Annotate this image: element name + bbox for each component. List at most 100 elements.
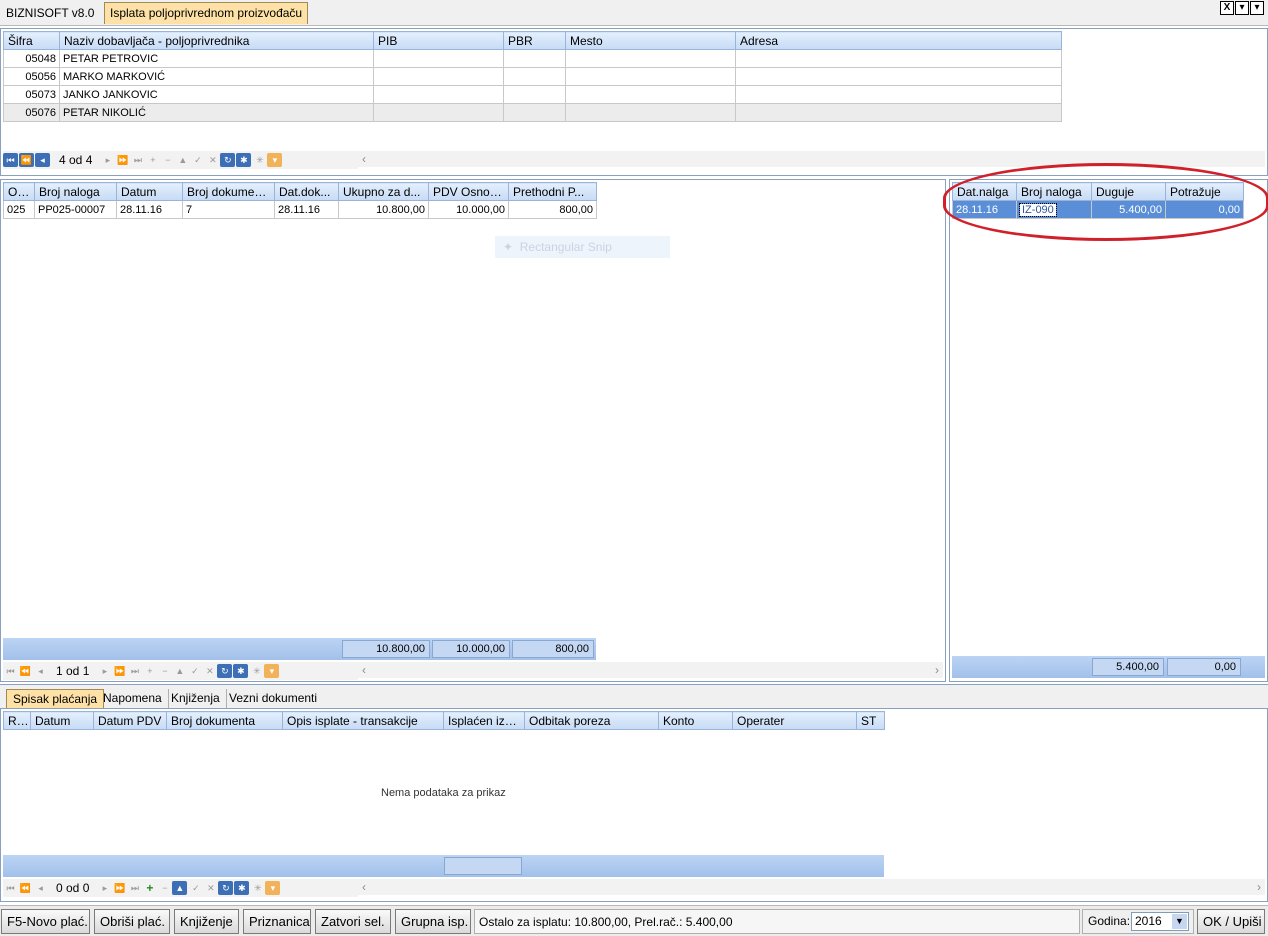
confirm-icon[interactable]: ✓ [187, 664, 202, 678]
prev-record-icon[interactable]: ◂ [35, 153, 50, 167]
col-sifra[interactable]: Šifra [3, 31, 60, 50]
dropdown-icon[interactable]: ▾ [1235, 1, 1249, 15]
filter-clear-icon[interactable]: ✳ [252, 153, 267, 167]
scroll-left-icon[interactable]: ‹ [362, 880, 366, 894]
next-page-icon[interactable]: ⏩ [112, 664, 127, 678]
payments-hscroll[interactable]: ‹ › [358, 879, 1265, 895]
scroll-left-icon[interactable]: ‹ [362, 663, 366, 677]
posting-button[interactable]: Knjiženje [174, 909, 239, 934]
table-row[interactable]: 05073 JANKO JANKOVIC [3, 85, 1062, 104]
prev-record-icon[interactable]: ◂ [33, 881, 48, 895]
edit-icon[interactable]: ▲ [172, 881, 188, 895]
next-record-icon[interactable]: ▸ [97, 881, 112, 895]
filter-all-icon[interactable]: ✱ [233, 664, 249, 678]
prev-page-icon[interactable]: ⏪ [18, 664, 33, 678]
filter-all-icon[interactable]: ✱ [236, 153, 252, 167]
col-pib[interactable]: PIB [373, 31, 504, 50]
col-pbr[interactable]: PBR [503, 31, 566, 50]
col-konto[interactable]: Konto [658, 711, 733, 730]
tab-knjizenja[interactable]: Knjiženja [165, 689, 227, 709]
close-icon[interactable]: X [1220, 1, 1234, 15]
next-record-icon[interactable]: ▸ [100, 153, 115, 167]
filter-icon[interactable]: ▾ [265, 881, 281, 895]
last-record-icon[interactable]: ⏭ [127, 664, 142, 678]
last-record-icon[interactable]: ⏭ [127, 881, 142, 895]
menu-icon[interactable]: ▾ [1250, 1, 1264, 15]
filter-clear-icon[interactable]: ✳ [250, 881, 265, 895]
col-pdv-osnovica[interactable]: PDV Osnovica [428, 182, 509, 201]
tab-spisak-placanja[interactable]: Spisak plaćanja [6, 689, 105, 709]
filter-all-icon[interactable]: ✱ [234, 881, 250, 895]
refresh-icon[interactable]: ↻ [218, 881, 234, 895]
first-record-icon[interactable]: ⏮ [3, 881, 18, 895]
close-selection-button[interactable]: Zatvori sel. [315, 909, 391, 934]
cancel-icon[interactable]: ✕ [203, 881, 218, 895]
scroll-right-icon[interactable]: › [1257, 880, 1261, 894]
col-dat-dok[interactable]: Dat.dok... [274, 182, 339, 201]
col-datum[interactable]: Datum [30, 711, 94, 730]
table-row[interactable]: 025 PP025-00007 28.11.16 7 28.11.16 10.8… [3, 200, 597, 219]
col-ukupno[interactable]: Ukupno za d... [338, 182, 429, 201]
prev-page-icon[interactable]: ⏪ [19, 153, 34, 167]
add-icon[interactable]: + [142, 881, 157, 895]
col-mesto[interactable]: Mesto [565, 31, 736, 50]
last-record-icon[interactable]: ⏭ [130, 153, 145, 167]
delete-payment-button[interactable]: Obriši plać. [94, 909, 170, 934]
next-page-icon[interactable]: ⏩ [115, 153, 130, 167]
next-page-icon[interactable]: ⏩ [112, 881, 127, 895]
tab-napomena[interactable]: Napomena [97, 689, 169, 709]
edit-icon[interactable]: ▲ [172, 664, 187, 678]
add-icon[interactable]: + [145, 153, 160, 167]
refresh-icon[interactable]: ↻ [220, 153, 236, 167]
new-payment-button[interactable]: F5-Novo plać. [1, 909, 90, 934]
col-naziv[interactable]: Naziv dobavljača - poljoprivrednika [59, 31, 374, 50]
table-row[interactable]: 05056 MARKO MARKOVIĆ [3, 67, 1062, 86]
edit-icon[interactable]: ▲ [175, 153, 190, 167]
col-broj-dokumenta[interactable]: Broj dokumenta [166, 711, 283, 730]
remove-icon[interactable]: − [157, 881, 172, 895]
col-datum-pdv[interactable]: Datum PDV [93, 711, 167, 730]
receipt-button[interactable]: Priznanica [243, 909, 311, 934]
filter-icon[interactable]: ▾ [267, 153, 283, 167]
col-obj[interactable]: OBJ [3, 182, 35, 201]
cancel-icon[interactable]: ✕ [205, 153, 220, 167]
first-record-icon[interactable]: ⏮ [3, 664, 18, 678]
col-broj-dokumenta[interactable]: Broj dokumenta [182, 182, 275, 201]
remove-icon[interactable]: − [160, 153, 175, 167]
col-odbitak-poreza[interactable]: Odbitak poreza [524, 711, 659, 730]
cancel-icon[interactable]: ✕ [202, 664, 217, 678]
suppliers-navigator: ⏮ ⏪ ◂ 4 od 4 ▸ ⏩ ⏭ + − ▲ ✓ ✕ ↻ ✱ ✳ ▾ [3, 151, 358, 169]
col-rbr[interactable]: RBR [3, 711, 31, 730]
scroll-left-icon[interactable]: ‹ [362, 152, 366, 166]
col-broj-naloga[interactable]: Broj naloga [34, 182, 117, 201]
tab-vezni-dokumenti[interactable]: Vezni dokumenti [223, 689, 323, 709]
confirm-icon[interactable]: ✓ [190, 153, 205, 167]
remove-icon[interactable]: − [157, 664, 172, 678]
col-opis[interactable]: Opis isplate - transakcije [282, 711, 444, 730]
chevron-down-icon[interactable]: ▼ [1172, 914, 1187, 929]
table-row-selected[interactable]: 05076 PETAR NIKOLIĆ [3, 103, 1062, 122]
cell-mesto [565, 85, 736, 104]
first-record-icon[interactable]: ⏮ [3, 153, 18, 167]
year-select[interactable]: 2016 ▼ [1131, 912, 1189, 931]
documents-hscroll[interactable]: ‹ › [358, 662, 943, 678]
col-prethodni[interactable]: Prethodni P... [508, 182, 597, 201]
confirm-icon[interactable]: ✓ [188, 881, 203, 895]
prev-record-icon[interactable]: ◂ [33, 664, 48, 678]
prev-page-icon[interactable]: ⏪ [18, 881, 33, 895]
group-payment-button[interactable]: Grupna isp. [395, 909, 471, 934]
table-row[interactable]: 05048 PETAR PETROVIC [3, 49, 1062, 68]
col-operater[interactable]: Operater [732, 711, 857, 730]
col-adresa[interactable]: Adresa [735, 31, 1062, 50]
filter-clear-icon[interactable]: ✳ [249, 664, 264, 678]
col-datum[interactable]: Datum [116, 182, 183, 201]
next-record-icon[interactable]: ▸ [97, 664, 112, 678]
scroll-right-icon[interactable]: › [935, 663, 939, 677]
tab-isplata[interactable]: Isplata poljoprivrednom proizvođaču [104, 2, 309, 24]
col-isplacen-iznos[interactable]: Isplaćen iznos [443, 711, 525, 730]
ok-button[interactable]: OK / Upiši [1197, 909, 1265, 934]
col-st[interactable]: ST [856, 711, 885, 730]
add-icon[interactable]: + [142, 664, 157, 678]
refresh-icon[interactable]: ↻ [217, 664, 233, 678]
filter-icon[interactable]: ▾ [264, 664, 280, 678]
